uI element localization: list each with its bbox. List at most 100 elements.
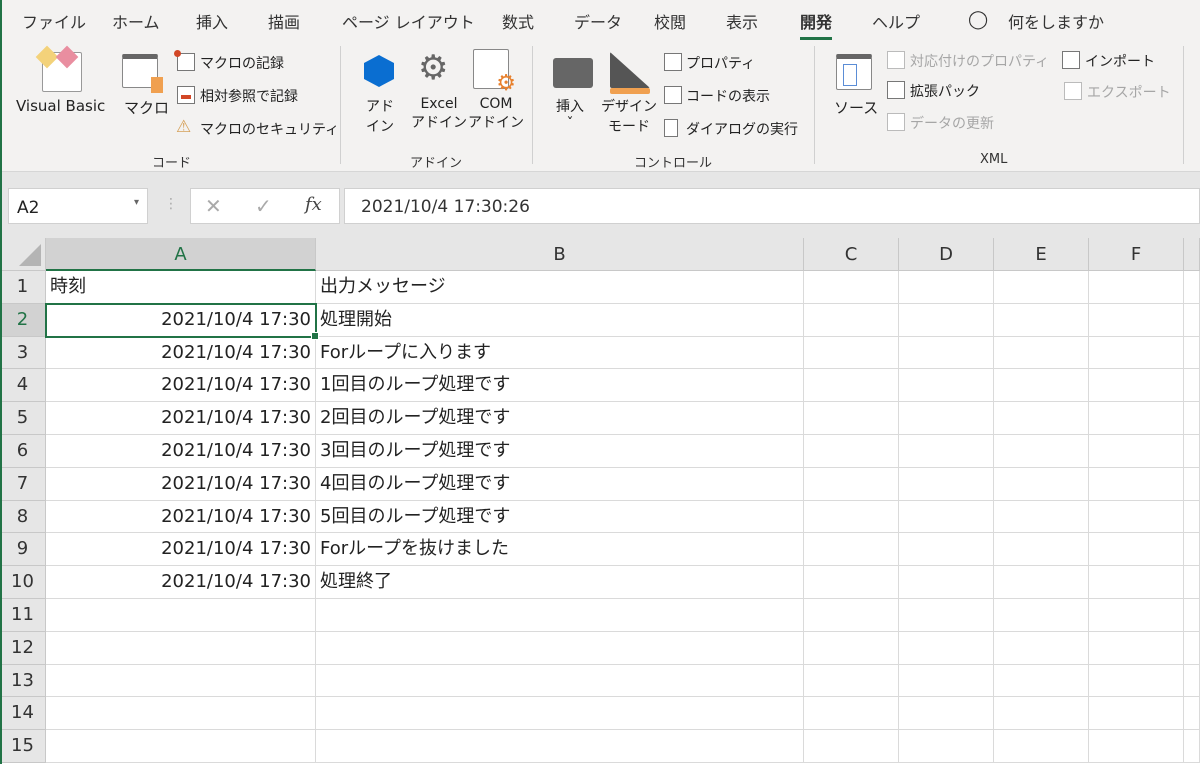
tab-help[interactable]: ヘルプ [872, 9, 920, 33]
cell[interactable] [316, 631, 804, 665]
cell[interactable] [1184, 369, 1200, 403]
row-header[interactable]: 9 [0, 533, 46, 567]
cell[interactable]: 2021/10/4 17:30 [46, 566, 316, 599]
cell[interactable] [1089, 271, 1184, 304]
cell[interactable]: 2回目のループ処理です [316, 402, 804, 435]
cell[interactable] [1089, 697, 1184, 731]
addins-button[interactable]: アド イン [366, 96, 394, 136]
cell[interactable] [1184, 303, 1200, 337]
row-header[interactable]: 12 [0, 631, 46, 665]
cell[interactable]: 2021/10/4 17:30 [46, 533, 316, 567]
cell[interactable] [1089, 631, 1184, 665]
cell[interactable]: 2021/10/4 17:30 [46, 369, 316, 403]
cell[interactable] [804, 631, 899, 665]
cell[interactable] [1089, 303, 1184, 337]
cell[interactable] [804, 730, 899, 763]
insert-control-button[interactable]: 挿入 ˇ [556, 96, 584, 132]
cell[interactable] [804, 303, 899, 337]
cell[interactable] [994, 631, 1089, 665]
row-header[interactable]: 11 [0, 599, 46, 632]
cell[interactable] [899, 402, 994, 435]
row-header[interactable]: 13 [0, 664, 46, 698]
cell[interactable] [804, 271, 899, 304]
cell[interactable] [899, 664, 994, 698]
column-header[interactable]: C [804, 238, 899, 271]
cell[interactable] [804, 533, 899, 567]
cell[interactable] [994, 303, 1089, 337]
refresh-data-button[interactable]: データの更新 [910, 113, 994, 133]
cell[interactable]: 4回目のループ処理です [316, 467, 804, 501]
row-header[interactable]: 6 [0, 435, 46, 468]
cell[interactable] [899, 303, 994, 337]
cell[interactable] [46, 599, 316, 632]
cell[interactable] [899, 533, 994, 567]
map-properties-button[interactable]: 対応付けのプロパティ [910, 51, 1049, 71]
tab-page-layout[interactable]: ページ レイアウト [342, 9, 475, 33]
cell[interactable] [1089, 467, 1184, 501]
properties-button[interactable]: プロパティ [686, 53, 755, 73]
cell[interactable]: 2021/10/4 17:30 [46, 336, 316, 370]
cell[interactable] [994, 697, 1089, 731]
tab-data[interactable]: データ [574, 9, 622, 33]
row-header[interactable]: 7 [0, 467, 46, 501]
cell[interactable] [804, 435, 899, 468]
cell[interactable] [1184, 730, 1200, 763]
dropdown-arrow-icon[interactable]: ▾ [134, 197, 139, 208]
cell[interactable] [899, 730, 994, 763]
cell[interactable] [316, 697, 804, 731]
cell[interactable]: 出力メッセージ [316, 271, 804, 304]
cell[interactable] [899, 435, 994, 468]
column-header[interactable]: F [1089, 238, 1184, 271]
tab-draw[interactable]: 描画 [268, 9, 300, 33]
tab-formulas[interactable]: 数式 [502, 9, 534, 33]
row-header[interactable]: 4 [0, 369, 46, 403]
macro-security-button[interactable]: マクロのセキュリティ [200, 119, 339, 139]
cell[interactable] [804, 697, 899, 731]
record-macro-button[interactable]: マクロの記録 [200, 53, 284, 73]
tab-view[interactable]: 表示 [726, 9, 758, 33]
column-header[interactable]: E [994, 238, 1089, 271]
cell[interactable] [899, 500, 994, 534]
cell[interactable] [899, 631, 994, 665]
cell[interactable] [899, 336, 994, 370]
macros-button[interactable]: マクロ [124, 97, 169, 118]
cell[interactable] [1184, 631, 1200, 665]
cell[interactable] [994, 500, 1089, 534]
cell[interactable] [994, 566, 1089, 599]
cell[interactable] [1184, 435, 1200, 468]
cell[interactable] [994, 599, 1089, 632]
cell[interactable]: Forループに入ります [316, 336, 804, 370]
cell[interactable] [899, 599, 994, 632]
column-header[interactable]: A [46, 238, 316, 271]
cell[interactable] [899, 271, 994, 304]
cell[interactable] [1089, 336, 1184, 370]
source-button[interactable]: ソース [834, 97, 878, 118]
cell[interactable] [1184, 566, 1200, 599]
row-header[interactable]: 5 [0, 402, 46, 435]
cell[interactable]: 処理終了 [316, 566, 804, 599]
cell[interactable] [1184, 599, 1200, 632]
cell[interactable] [316, 730, 804, 763]
relative-reference-button[interactable]: 相対参照で記録 [200, 86, 298, 106]
excel-addins-button[interactable]: Excel アドイン [411, 96, 467, 132]
cell[interactable] [46, 664, 316, 698]
visual-basic-button[interactable]: Visual Basic [16, 97, 105, 115]
tab-developer[interactable]: 開発 [800, 9, 833, 40]
cell[interactable] [994, 369, 1089, 403]
row-header[interactable]: 14 [0, 697, 46, 731]
cell[interactable] [1089, 435, 1184, 468]
tell-me-search[interactable]: 何をしますか [1008, 9, 1104, 33]
cell[interactable] [46, 730, 316, 763]
column-header[interactable]: B [316, 238, 804, 271]
cell[interactable] [804, 500, 899, 534]
cell[interactable]: Forループを抜けました [316, 533, 804, 567]
row-header[interactable]: 15 [0, 730, 46, 763]
cell[interactable] [1089, 730, 1184, 763]
row-header[interactable]: 3 [0, 336, 46, 370]
cell[interactable] [1184, 664, 1200, 698]
row-header[interactable]: 1 [0, 271, 46, 304]
cell[interactable]: 2021/10/4 17:30 [46, 467, 316, 501]
row-header[interactable]: 2 [0, 303, 46, 337]
row-header[interactable]: 10 [0, 566, 46, 599]
import-button[interactable]: インポート [1085, 51, 1155, 71]
